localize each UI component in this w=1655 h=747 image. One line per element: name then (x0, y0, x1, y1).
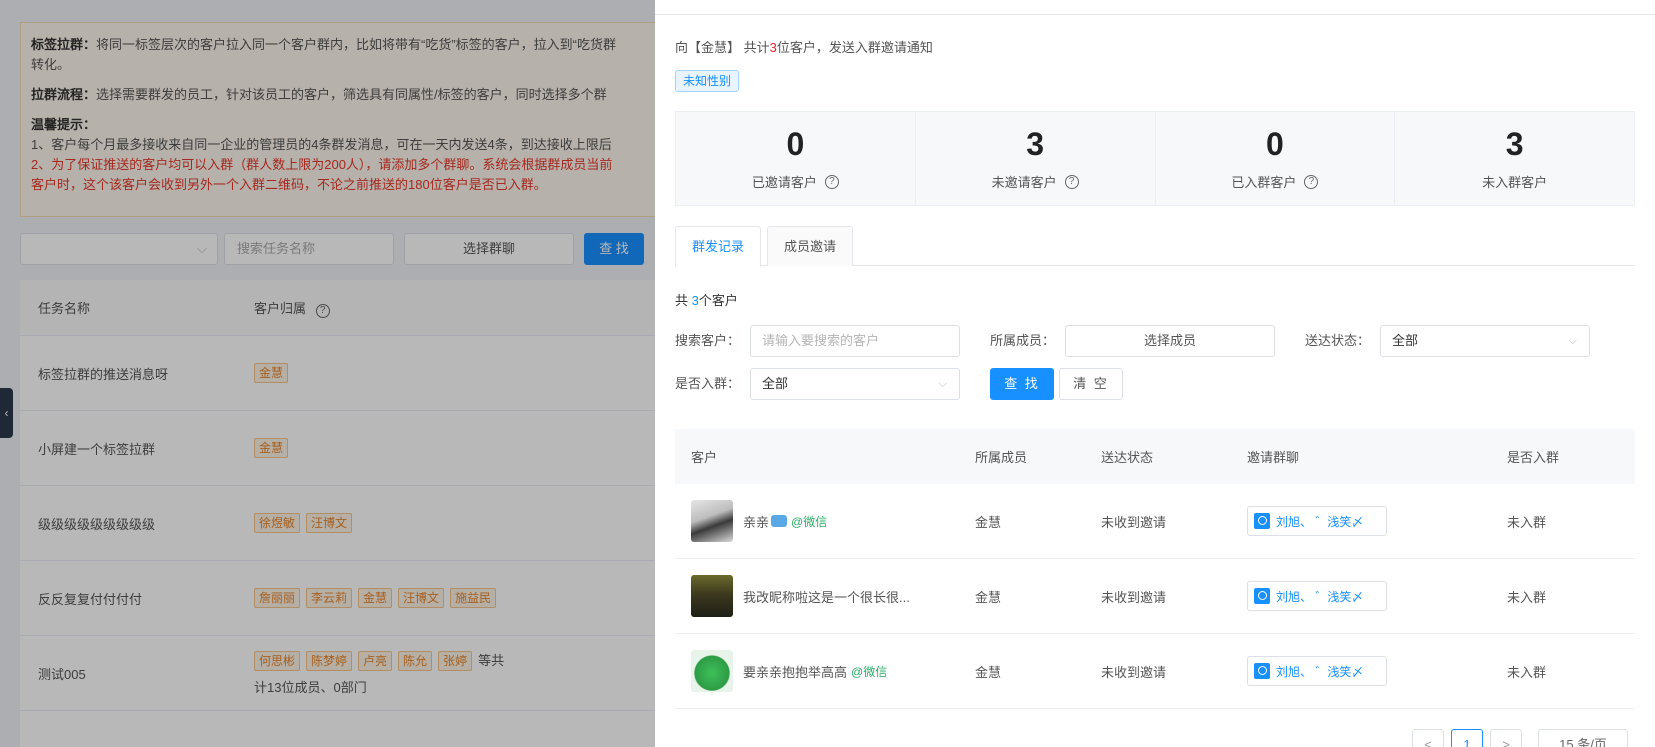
delivery-status-label: 送达状态： (1305, 333, 1371, 348)
total-suffix: 个客户 (698, 293, 738, 308)
stat-invited-value: 0 (786, 126, 805, 162)
tab-bar: 群发记录 成员邀请 (675, 226, 1635, 267)
customer-table: 客户 所属成员 送达状态 邀请群聊 是否入群 亲亲 @微信 金慧 未收到邀请 刘旭… (675, 429, 1635, 709)
member-label: 所属成员： (990, 333, 1056, 348)
row-joined: 未入群 (1507, 589, 1547, 605)
group-chat-icon (1254, 588, 1270, 604)
intro-text: 向【金慧】 共计3位客户，发送入群邀请通知 (675, 37, 933, 56)
customer-name: 我改昵称啦这是一个很长很... (743, 589, 910, 605)
tab-broadcast-records[interactable]: 群发记录 (675, 226, 762, 267)
table-row: 我改昵称啦这是一个很长很... 金慧 未收到邀请 刘旭、 ゛浅笑〆 未入群 (675, 559, 1635, 634)
prev-page-button[interactable]: < (1412, 729, 1444, 747)
chevron-down-icon: ⌵ (1568, 335, 1577, 347)
intro-count: 3 (769, 40, 777, 55)
joined-select[interactable]: 全部 ⌵ (750, 368, 960, 400)
avatar (691, 500, 733, 542)
total-prefix: 共 (675, 293, 692, 308)
row-member: 金慧 (975, 589, 1002, 605)
joined-label: 是否入群： (675, 376, 741, 391)
clear-button[interactable]: 清 空 (1059, 368, 1123, 400)
col-group: 邀请群聊 (1247, 450, 1300, 465)
stats-panel: 0 已邀请客户? 3 未邀请客户? 0 已入群客户? 3 未入群客户 (675, 111, 1635, 206)
joined-value: 全部 (762, 376, 789, 391)
total-count: 3 (691, 293, 699, 308)
wechat-emoji-icon (771, 515, 788, 527)
intro-suffix: 位客户，发送入群邀请通知 (776, 40, 933, 55)
customer-name: 要亲亲抱抱举高高 (743, 664, 848, 680)
row-member: 金慧 (975, 514, 1002, 530)
search-customer-input[interactable]: 请输入要搜索的客户 (750, 325, 960, 357)
delivery-status-select[interactable]: 全部 ⌵ (1380, 325, 1590, 357)
stat-not-joined-label: 未入群客户 (1482, 175, 1548, 190)
row-member: 金慧 (975, 664, 1002, 680)
row-joined: 未入群 (1507, 664, 1547, 680)
page-size-select[interactable]: 15 条/页 (1538, 729, 1628, 747)
stat-not-invited: 3 未邀请客户? (916, 112, 1156, 205)
invite-group-chip[interactable]: 刘旭、 ゛浅笑〆 (1247, 656, 1387, 686)
avatar (691, 575, 733, 617)
group-name: 刘旭、 ゛浅笑〆 (1276, 589, 1364, 604)
invite-detail-drawer: 向【金慧】 共计3位客户，发送入群邀请通知 未知性别 0 已邀请客户? 3 未邀… (655, 0, 1655, 747)
search-customer-label: 搜索客户： (675, 333, 741, 348)
table-row: 要亲亲抱抱举高高 @微信 金慧 未收到邀请 刘旭、 ゛浅笑〆 未入群 (675, 634, 1635, 709)
table-header: 客户 所属成员 送达状态 邀请群聊 是否入群 (675, 429, 1635, 484)
stat-invited-label: 已邀请客户 (751, 175, 817, 190)
drawer-overlay-mask[interactable] (0, 0, 655, 747)
gender-tag: 未知性别 (675, 70, 740, 92)
stat-joined: 0 已入群客户? (1156, 112, 1396, 205)
help-icon[interactable]: ? (824, 174, 839, 189)
stat-invited: 0 已邀请客户? (676, 112, 916, 205)
table-row: 亲亲 @微信 金慧 未收到邀请 刘旭、 ゛浅笑〆 未入群 (675, 484, 1635, 559)
avatar (691, 650, 733, 692)
total-customers: 共 3个客户 (675, 290, 738, 309)
stat-joined-label: 已入群客户 (1231, 175, 1297, 190)
col-member: 所属成员 (975, 450, 1028, 465)
page-1-button[interactable]: 1 (1451, 729, 1483, 747)
customer-name: 亲亲 (743, 514, 770, 530)
chevron-down-icon: ⌵ (938, 378, 947, 390)
drawer-header-divider (655, 14, 1655, 15)
row-status: 未收到邀请 (1101, 664, 1167, 680)
wechat-tag: @微信 (851, 664, 888, 679)
invite-group-chip[interactable]: 刘旭、 ゛浅笑〆 (1247, 506, 1387, 536)
stat-not-invited-label: 未邀请客户 (991, 175, 1057, 190)
help-icon[interactable]: ? (1304, 174, 1319, 189)
delivery-status-value: 全部 (1392, 333, 1419, 348)
row-status: 未收到邀请 (1101, 589, 1167, 605)
group-chat-icon (1254, 513, 1270, 529)
group-name: 刘旭、 ゛浅笑〆 (1276, 664, 1364, 679)
col-status: 送达状态 (1101, 450, 1154, 465)
stat-not-joined: 3 未入群客户 (1395, 112, 1634, 205)
invite-group-chip[interactable]: 刘旭、 ゛浅笑〆 (1247, 581, 1387, 611)
wechat-tag: @微信 (791, 514, 828, 529)
intro-prefix: 向【金慧】 共计 (675, 40, 770, 55)
group-chat-icon (1254, 663, 1270, 679)
find-button[interactable]: 查 找 (990, 368, 1054, 400)
row-joined: 未入群 (1507, 514, 1547, 530)
tab-member-invite[interactable]: 成员邀请 (767, 226, 854, 266)
next-page-button[interactable]: > (1490, 729, 1522, 747)
col-joined: 是否入群 (1507, 450, 1560, 465)
stat-not-joined-value: 3 (1505, 126, 1524, 162)
stat-joined-value: 0 (1265, 126, 1284, 162)
group-name: 刘旭、 ゛浅笑〆 (1276, 514, 1364, 529)
row-status: 未收到邀请 (1101, 514, 1167, 530)
stat-not-invited-value: 3 (1026, 126, 1045, 162)
help-icon[interactable]: ? (1064, 174, 1079, 189)
col-customer: 客户 (691, 450, 718, 465)
select-member-button[interactable]: 选择成员 (1065, 325, 1275, 357)
